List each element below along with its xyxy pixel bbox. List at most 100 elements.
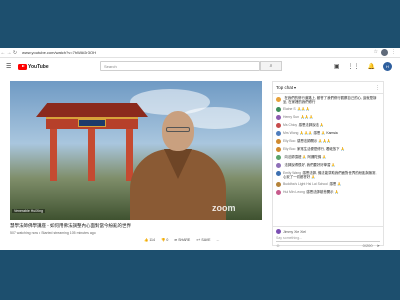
avatar[interactable] bbox=[276, 107, 281, 113]
chevron-down-icon[interactable]: ▾ bbox=[294, 85, 296, 90]
youtube-header: ☰ YouTube Search ⌕ ▣ ⋮⋮ 🔔 H bbox=[0, 59, 400, 74]
chat-author[interactable]: Elly Boo bbox=[283, 147, 295, 151]
chat-author[interactable]: Mrs Wong bbox=[283, 131, 298, 135]
chat-messages: 在我們的修行道路上, 都會了我們修行觀察自己的心, 這就是靜坐, 在家裡的我們修… bbox=[273, 95, 383, 223]
avatar[interactable] bbox=[276, 139, 281, 145]
more-icon: ... bbox=[216, 238, 220, 242]
share-button[interactable]: ➦ SHARE bbox=[174, 238, 190, 242]
chat-message: Henry Sun 🙏🙏🙏 bbox=[276, 115, 380, 121]
save-icon: ≡+ bbox=[196, 238, 201, 242]
chat-text: 法師說得很好, 我們要好好學習 🙏 bbox=[284, 162, 336, 167]
avatar[interactable] bbox=[276, 163, 281, 169]
live-chat-panel: Top chat ▾ ⋮ 在我們的修行道路上, 都會了我們修行觀察自己的心, 這… bbox=[272, 81, 384, 248]
chat-message-text: Henry Sun 🙏🙏🙏 bbox=[283, 115, 313, 119]
share-icon: ➦ bbox=[174, 238, 178, 242]
thumbs-up-icon: 👍 bbox=[144, 238, 149, 242]
chat-message-text: Buddha's Light Hsi Lai School 感恩 🙏 bbox=[283, 182, 341, 186]
url-text[interactable]: www.youtube.com/watch?v=7hWAfJr3OH bbox=[22, 50, 96, 55]
send-icon[interactable]: ➤ bbox=[377, 243, 380, 248]
chat-text: 感恩法師說法 🙏 bbox=[298, 122, 325, 127]
dislike-button[interactable]: 👎 0 bbox=[161, 238, 168, 242]
avatar[interactable] bbox=[276, 182, 281, 188]
chat-text: 家常生活便是修行, 看破放下 🙏 bbox=[296, 146, 345, 151]
chat-message-text: Hui Min Leong 感恩法師慈悲開示 🙏 bbox=[283, 190, 339, 194]
chat-message: 向法師頂禮 🙏 阿彌陀佛 🙏 bbox=[276, 155, 380, 161]
more-actions-button[interactable]: ... bbox=[216, 238, 219, 242]
thumbs-down-icon: 👎 bbox=[160, 238, 166, 242]
chat-header: Top chat ▾ ⋮ bbox=[273, 82, 383, 94]
zoom-watermark: zoom bbox=[212, 203, 236, 213]
create-video-icon[interactable]: ▣ bbox=[334, 63, 340, 70]
browser-avatar[interactable] bbox=[381, 49, 388, 56]
apps-icon[interactable]: ⋮⋮ bbox=[348, 63, 360, 70]
chat-text: 在我們的修行道路上, 都會了我們修行觀察自己的心, 這就是靜坐, 在家裡的我們修… bbox=[283, 96, 377, 105]
chat-message: Buddha's Light Hsi Lai School 感恩 🙏 bbox=[276, 182, 380, 188]
like-count: 114 bbox=[149, 238, 155, 242]
share-label: SHARE bbox=[178, 238, 191, 242]
more-icon[interactable]: ⋮ bbox=[375, 85, 380, 91]
avatar bbox=[276, 229, 281, 234]
chat-user-name: Jimmy Xie Xiel bbox=[283, 229, 306, 234]
chat-message: Emily Wang 感恩法師, 佛法能幫助我們面對世界的紛亂與無常, 心安了一切… bbox=[276, 171, 380, 179]
avatar[interactable] bbox=[276, 96, 281, 102]
chat-message-text: 在我們的修行道路上, 都會了我們修行觀察自己的心, 這就是靜坐, 在家裡的我們修… bbox=[283, 96, 380, 104]
chat-input-area: Jimmy Xie Xiel Say something... ☺ 0/200 … bbox=[273, 226, 383, 248]
chat-author[interactable]: Elly Boo bbox=[283, 139, 295, 143]
chat-text: 🙏🙏🙏 感恩 🙏 Kamsia bbox=[299, 130, 338, 135]
chat-message-text: Elly Boo 家常生活便是修行, 看破放下 🙏 bbox=[283, 147, 345, 151]
chat-author[interactable]: Ms Chioy bbox=[283, 123, 297, 127]
notifications-icon[interactable]: 🔔 bbox=[368, 63, 375, 70]
chat-message-text: Mrs Wong 🙏🙏🙏 感恩 🙏 Kamsia bbox=[283, 131, 338, 135]
avatar[interactable] bbox=[276, 131, 281, 137]
gate-pillar bbox=[50, 129, 57, 181]
brand-name: YouTube bbox=[28, 63, 49, 70]
chat-author[interactable]: Henry Sun bbox=[283, 115, 299, 119]
avatar[interactable] bbox=[276, 115, 281, 121]
account-avatar[interactable]: H bbox=[383, 62, 392, 71]
search-icon[interactable]: ⌕ bbox=[260, 61, 282, 71]
like-button[interactable]: 👍 114 bbox=[144, 238, 155, 242]
chat-author[interactable]: Elaine S bbox=[283, 107, 296, 111]
chat-text: 🙏🙏🙏 bbox=[300, 114, 314, 119]
video-player[interactable]: Venerable HuiXing zoom bbox=[10, 81, 262, 220]
chat-author[interactable]: Hui Min Leong bbox=[283, 190, 305, 194]
dislike-count: 0 bbox=[166, 238, 169, 242]
save-label: SAVE bbox=[201, 238, 211, 242]
chat-message: Elly Boo 家常生活便是修行, 看破放下 🙏 bbox=[276, 147, 380, 153]
chat-author[interactable]: Buddha's Light Hsi Lai School bbox=[283, 182, 328, 186]
char-count: 0/200 bbox=[362, 243, 373, 248]
emoji-icon[interactable]: ☺ bbox=[276, 243, 280, 248]
chat-title[interactable]: Top chat bbox=[276, 85, 293, 90]
hamburger-icon[interactable]: ☰ bbox=[6, 63, 16, 70]
chat-message-text: Ms Chioy 感恩法師說法 🙏 bbox=[283, 123, 324, 127]
chat-message: Elly Boo 感恩法師開示 🙏🙏🙏 bbox=[276, 139, 380, 145]
reload-icon[interactable]: ↻ bbox=[12, 50, 18, 56]
address-bar: ← → ↻ www.youtube.com/watch?v=7hWAfJr3OH… bbox=[0, 48, 400, 58]
star-icon[interactable]: ☆ bbox=[374, 49, 378, 56]
video-title: 慧學法師佛學講座 - 如何用佛法調整內心面對當今紛亂的世界 bbox=[10, 223, 131, 228]
chat-message-text: 法師說得很好, 我們要好好學習 🙏 bbox=[283, 163, 336, 167]
youtube-play-icon bbox=[18, 63, 27, 70]
chat-text: 感恩法師開示 🙏🙏🙏 bbox=[296, 138, 331, 143]
chat-input[interactable]: Say something... bbox=[276, 236, 380, 242]
chat-user: Jimmy Xie Xiel bbox=[276, 229, 380, 234]
avatar[interactable] bbox=[276, 123, 281, 129]
save-button[interactable]: ≡+ SAVE bbox=[196, 238, 210, 242]
chat-message: 法師說得很好, 我們要好好學習 🙏 bbox=[276, 163, 380, 169]
avatar[interactable] bbox=[276, 190, 281, 196]
chat-text: 向法師頂禮 🙏 阿彌陀佛 🙏 bbox=[284, 154, 327, 159]
search-input[interactable]: Search bbox=[100, 61, 260, 71]
browser-window: ← → ↻ www.youtube.com/watch?v=7hWAfJr3OH… bbox=[0, 48, 400, 250]
youtube-logo[interactable]: YouTube bbox=[18, 63, 49, 70]
chat-message: Mrs Wong 🙏🙏🙏 感恩 🙏 Kamsia bbox=[276, 131, 380, 137]
speaker-name-tag: Venerable HuiXing bbox=[12, 209, 45, 213]
menu-icon[interactable]: ⋮ bbox=[391, 49, 396, 56]
chat-text: 🙏🙏🙏 bbox=[297, 106, 310, 111]
chat-message-text: Elaine S 🙏🙏🙏 bbox=[283, 107, 310, 111]
chat-message-text: Emily Wang 感恩法師, 佛法能幫助我們面對世界的紛亂與無常, 心安了一切… bbox=[283, 171, 380, 179]
chat-message: Hui Min Leong 感恩法師慈悲開示 🙏 bbox=[276, 190, 380, 196]
chat-text: 感恩法師慈悲開示 🙏 bbox=[306, 189, 339, 194]
avatar[interactable] bbox=[276, 171, 281, 177]
avatar[interactable] bbox=[276, 155, 281, 161]
avatar[interactable] bbox=[276, 147, 281, 153]
